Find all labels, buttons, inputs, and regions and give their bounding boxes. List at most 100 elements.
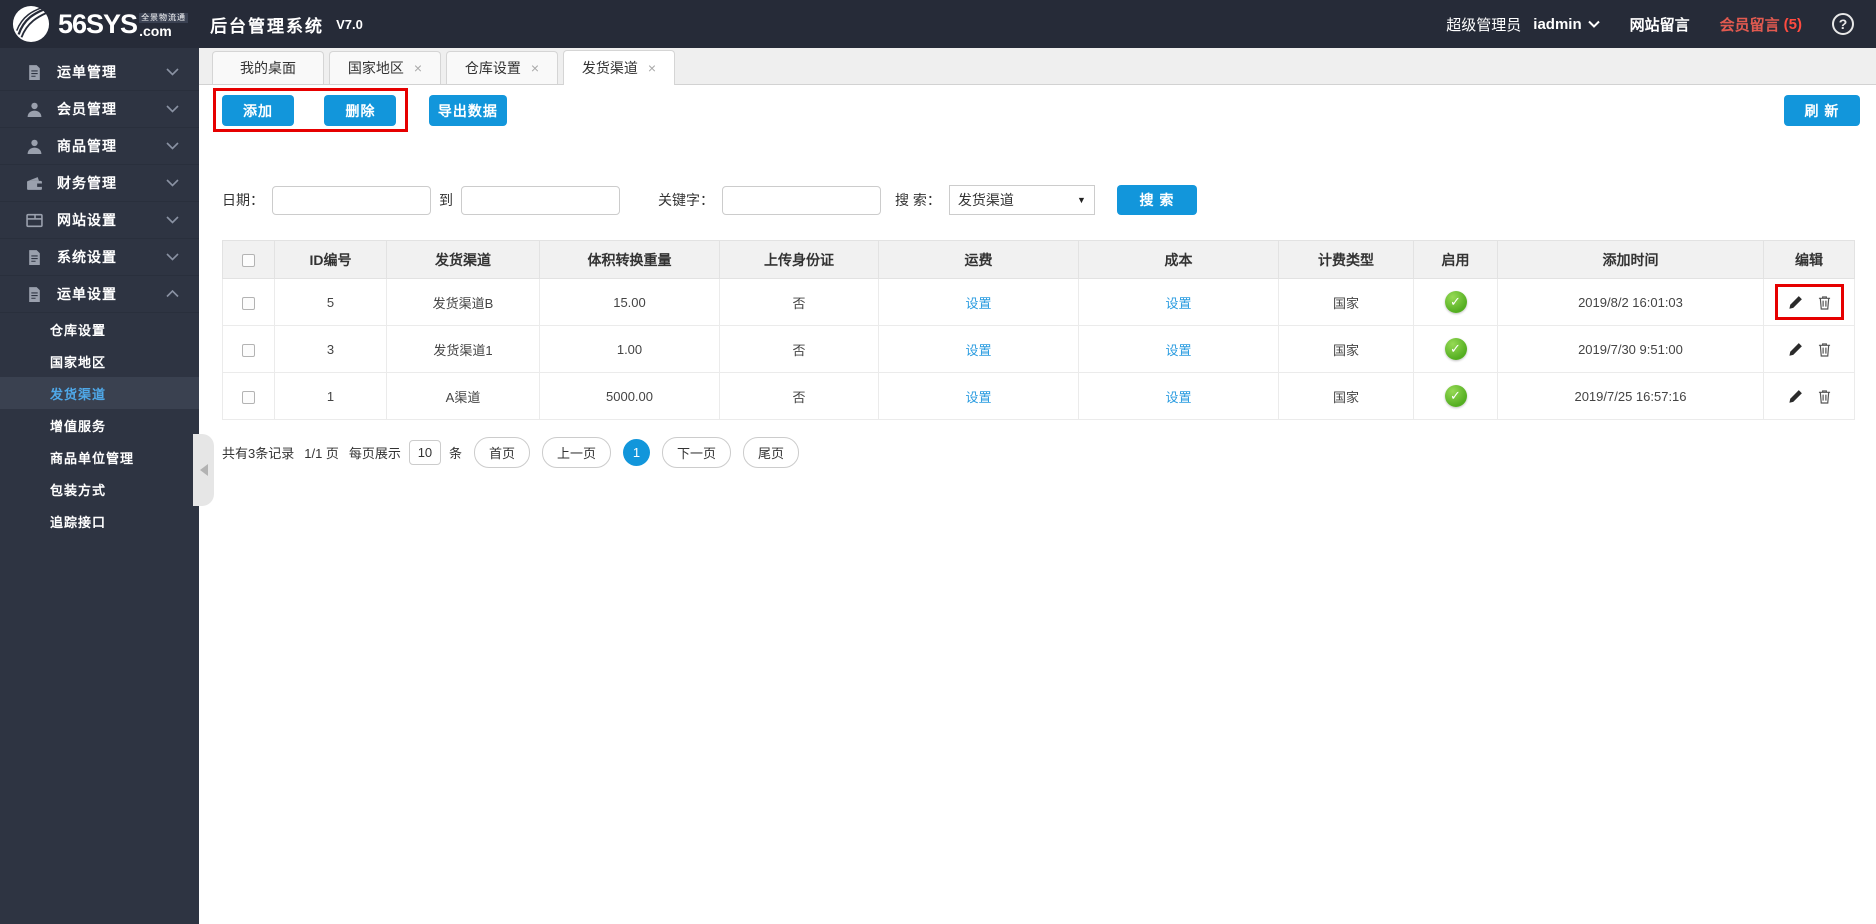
per-page-label: 每页展示: [348, 446, 401, 461]
row-checkbox[interactable]: [242, 343, 255, 357]
sidebar-item-tracking-api[interactable]: 追踪接口: [0, 505, 199, 537]
freight-settings-link[interactable]: 设置: [965, 343, 991, 358]
export-data-button[interactable]: 导出数据: [428, 95, 507, 126]
sidebar-item-shipping-channel[interactable]: 发货渠道: [0, 377, 199, 409]
sidebar-item-label: 运单设置: [57, 286, 117, 302]
logo-tld: .com: [139, 22, 172, 39]
tab-label: 我的桌面: [240, 60, 296, 76]
cost-settings-link[interactable]: 设置: [1165, 390, 1191, 405]
enabled-toggle[interactable]: ✓: [1444, 385, 1467, 407]
search-type-label: 搜 索：: [895, 192, 941, 208]
edit-button[interactable]: [1788, 342, 1803, 357]
filter-bar: 日期： 到 关键字： 搜 索： 发货渠道 ▼ 搜 索: [222, 185, 1876, 215]
pencil-icon: [1788, 295, 1802, 309]
keyword-input[interactable]: [722, 185, 881, 215]
help-button[interactable]: ?: [1832, 13, 1854, 35]
col-header-upload-id: 上传身份证: [719, 240, 879, 279]
check-icon: ✓: [1450, 294, 1461, 309]
sidebar-item-system-settings[interactable]: 系统设置: [0, 239, 199, 276]
col-header-edit: 编辑: [1763, 240, 1855, 279]
select-all-checkbox[interactable]: [242, 254, 255, 268]
cost-settings-link[interactable]: 设置: [1165, 296, 1191, 311]
tab-label: 国家地区: [347, 60, 404, 76]
cell-added-time: 2019/7/30 9:51:00: [1497, 325, 1764, 373]
select-all-header: [222, 240, 275, 279]
col-header-freight: 运费: [878, 240, 1079, 279]
col-header-id: ID编号: [274, 240, 387, 279]
tab-label: 仓库设置: [464, 60, 521, 76]
row-checkbox[interactable]: [242, 296, 255, 310]
app-version: V7.0: [336, 16, 363, 32]
edit-button[interactable]: [1788, 389, 1803, 404]
sidebar-item-packaging-method[interactable]: 包装方式: [0, 473, 199, 505]
row-checkbox[interactable]: [242, 390, 255, 404]
current-page-button[interactable]: 1: [622, 439, 650, 466]
close-icon[interactable]: ×: [648, 61, 656, 75]
refresh-button[interactable]: 刷 新: [1784, 95, 1860, 126]
edit-button[interactable]: [1788, 295, 1803, 310]
sidebar-item-member-mgmt[interactable]: 会员管理: [0, 91, 199, 128]
date-from-input[interactable]: [272, 185, 431, 215]
sidebar-item-waybill-mgmt[interactable]: 运单管理: [0, 54, 199, 91]
freight-settings-link[interactable]: 设置: [965, 390, 991, 405]
delete-row-button[interactable]: [1818, 342, 1831, 357]
next-page-button[interactable]: 下一页: [661, 437, 731, 468]
to-label: 到: [439, 192, 453, 208]
cell-channel: A渠道: [386, 372, 540, 420]
sidebar-item-warehouse-settings[interactable]: 仓库设置: [0, 313, 199, 345]
col-header-billing-type: 计费类型: [1278, 240, 1414, 279]
enabled-toggle[interactable]: ✓: [1444, 291, 1467, 313]
cell-id: 1: [274, 372, 387, 420]
cost-settings-link[interactable]: 设置: [1165, 343, 1191, 358]
date-to-input[interactable]: [461, 185, 620, 215]
user-icon: [27, 102, 42, 117]
sidebar-item-site-settings[interactable]: 网站设置: [0, 202, 199, 239]
tab-country-region[interactable]: 国家地区 ×: [329, 51, 441, 84]
logo-swirl-icon: [12, 5, 50, 43]
freight-settings-link[interactable]: 设置: [965, 296, 991, 311]
prev-page-button[interactable]: 上一页: [541, 437, 611, 468]
sidebar-item-waybill-settings[interactable]: 运单设置: [0, 276, 199, 313]
table-header-row: ID编号 发货渠道 体积转换重量 上传身份证 运费 成本 计费类型 启用 添加时…: [222, 240, 1855, 279]
sidebar-collapse-handle[interactable]: [193, 434, 214, 506]
site-messages-link[interactable]: 网站留言: [1630, 14, 1690, 35]
cell-added-time: 2019/8/2 16:01:03: [1497, 278, 1764, 326]
sidebar-item-finance-mgmt[interactable]: 财务管理: [0, 165, 199, 202]
delete-button[interactable]: 删除: [324, 95, 397, 126]
dropdown-arrow-icon: ▼: [1076, 195, 1086, 205]
col-header-channel: 发货渠道: [386, 240, 540, 279]
per-page-input[interactable]: 10: [408, 440, 441, 465]
tab-shipping-channel[interactable]: 发货渠道 ×: [563, 50, 675, 85]
tab-strip: 我的桌面 国家地区 × 仓库设置 × 发货渠道 ×: [199, 48, 1876, 85]
sidebar-item-product-unit-mgmt[interactable]: 商品单位管理: [0, 441, 199, 473]
page-info: 1/1 页: [304, 446, 339, 461]
enabled-toggle[interactable]: ✓: [1444, 338, 1467, 360]
sidebar-item-country-region[interactable]: 国家地区: [0, 345, 199, 377]
member-messages-link[interactable]: 会员留言 (5): [1720, 14, 1802, 35]
tab-label: 发货渠道: [581, 60, 638, 76]
close-icon[interactable]: ×: [414, 61, 422, 75]
sidebar-item-value-added-services[interactable]: 增值服务: [0, 409, 199, 441]
delete-row-button[interactable]: [1818, 389, 1831, 404]
search-button[interactable]: 搜 索: [1116, 185, 1197, 215]
sidebar-item-label: 系统设置: [57, 249, 117, 265]
username: iadmin: [1533, 15, 1582, 33]
tab-warehouse-settings[interactable]: 仓库设置 ×: [446, 51, 558, 84]
sidebar-item-product-mgmt[interactable]: 商品管理: [0, 128, 199, 165]
last-page-button[interactable]: 尾页: [743, 437, 800, 468]
delete-row-button[interactable]: [1818, 295, 1831, 310]
chevron-down-icon: [166, 105, 179, 113]
cell-upload-id: 否: [719, 325, 879, 373]
close-icon[interactable]: ×: [531, 61, 539, 75]
tab-my-desktop[interactable]: 我的桌面: [212, 51, 324, 84]
pencil-icon: [1788, 342, 1802, 356]
waybill-settings-submenu: 仓库设置 国家地区 发货渠道 增值服务 商品单位管理 包装方式 追踪接口: [0, 313, 199, 537]
user-menu[interactable]: iadmin: [1533, 15, 1600, 33]
search-type-select[interactable]: 发货渠道 ▼: [948, 185, 1095, 215]
first-page-button[interactable]: 首页: [473, 437, 530, 468]
logo-tagline: 全景物流通: [139, 12, 189, 23]
date-label: 日期：: [222, 192, 264, 208]
keyword-label: 关键字：: [658, 192, 714, 208]
add-button[interactable]: 添加: [222, 95, 294, 126]
topbar-right: 超级管理员 iadmin 网站留言 会员留言 (5) ?: [1446, 13, 1876, 35]
